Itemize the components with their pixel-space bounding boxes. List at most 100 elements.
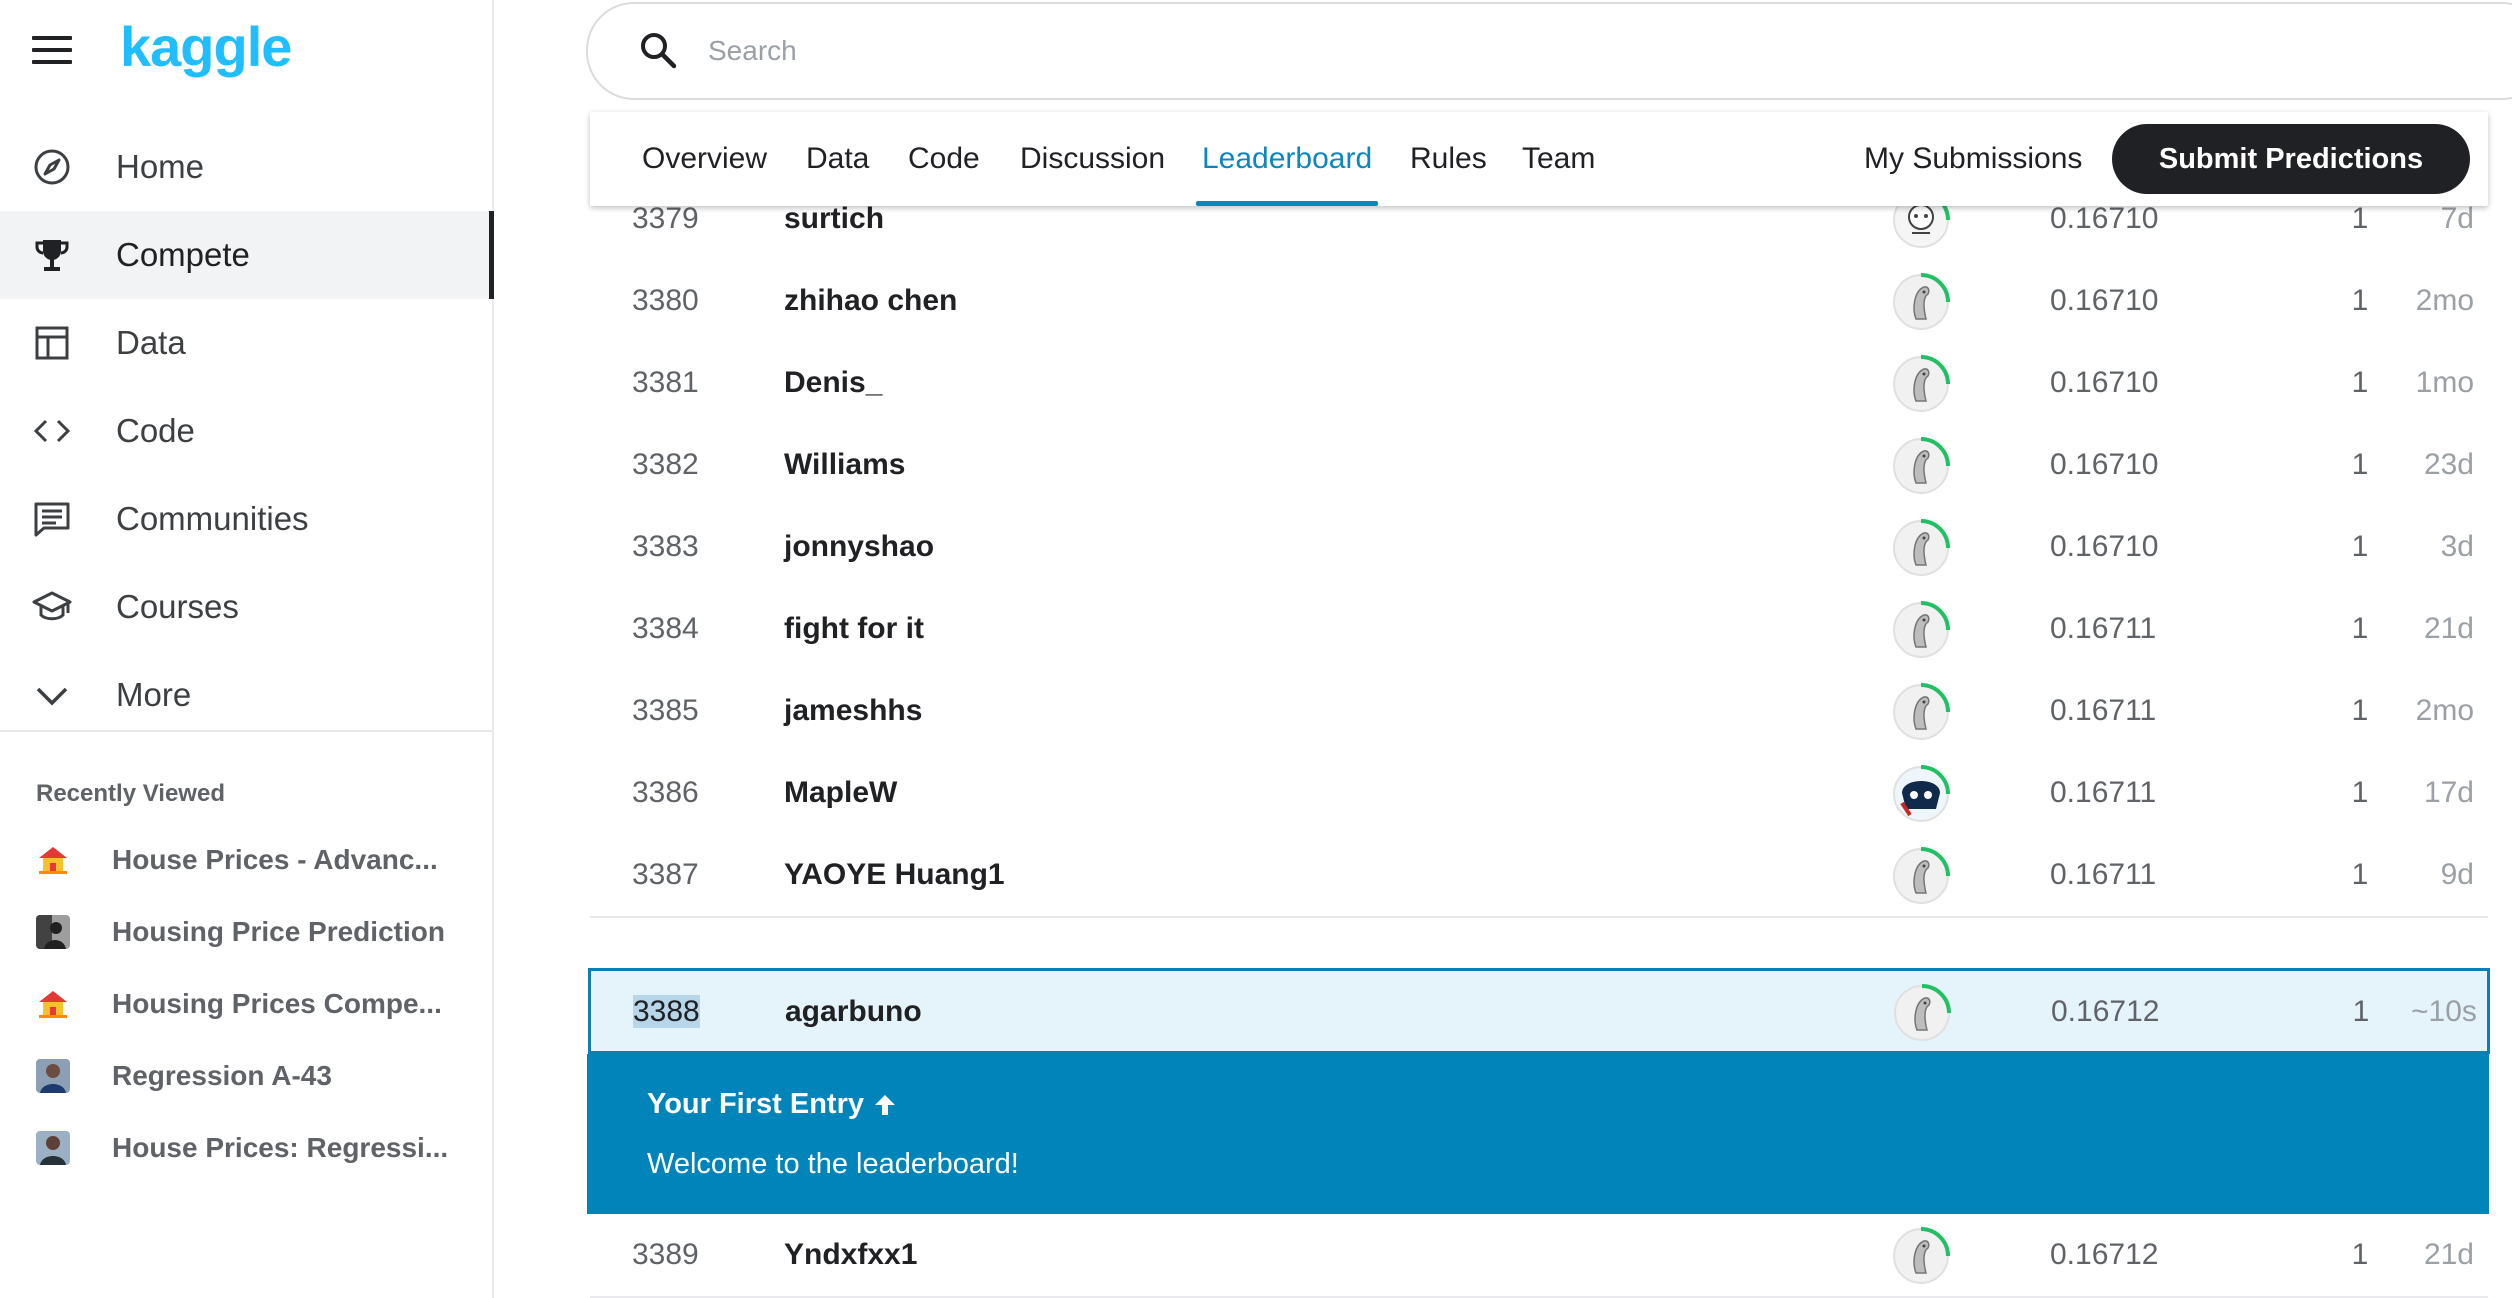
recent-item[interactable]: Housing Prices Compe... [0, 968, 492, 1040]
tab-overview[interactable]: Overview [642, 112, 767, 206]
table-icon [32, 323, 72, 363]
team-name[interactable]: jameshhs [784, 670, 922, 752]
avatar[interactable] [1890, 353, 1952, 415]
team-name[interactable]: MapleW [784, 752, 897, 834]
avatar[interactable] [1890, 1225, 1952, 1287]
table-row[interactable]: 3385 jameshhs 0.16711 1 2mo [590, 670, 2488, 754]
last-submission: 3d [2440, 530, 2474, 563]
tab-team[interactable]: Team [1522, 112, 1595, 206]
table-row[interactable]: 3382 Williams 0.16710 1 23d [590, 424, 2488, 508]
sidebar-item-label: Courses [116, 588, 239, 625]
score: 0.16712 [2051, 995, 2160, 1028]
tab-discussion[interactable]: Discussion [1020, 112, 1165, 206]
table-row[interactable]: 3384 fight for it 0.16711 1 21d [590, 588, 2488, 672]
recent-item[interactable]: Housing Price Prediction [0, 896, 492, 968]
entries: 1 [2351, 776, 2369, 809]
sidebar: kaggle Home Compete Data Code Communitie… [0, 0, 494, 1298]
team-name[interactable]: Yndxfxx1 [784, 1214, 917, 1296]
team-name[interactable]: fight for it [784, 588, 924, 670]
sidebar-item-code[interactable]: Code [0, 387, 492, 475]
recent-item[interactable]: House Prices - Advanc... [0, 824, 492, 896]
avatar[interactable] [1890, 681, 1952, 743]
rank: 3384 [632, 612, 699, 645]
score: 0.16711 [2050, 612, 2157, 645]
search-input[interactable] [706, 26, 2310, 76]
sidebar-item-label: Compete [116, 236, 250, 273]
search-bar[interactable] [586, 2, 2512, 100]
sidebar-item-home[interactable]: Home [0, 123, 492, 211]
team-name[interactable]: Williams [784, 424, 905, 506]
chevron-down-icon [32, 675, 72, 715]
entries: 1 [2351, 530, 2369, 563]
entries: 1 [2351, 448, 2369, 481]
table-row-current-user[interactable]: 3388 agarbuno 0.16712 1 ~10s [588, 968, 2490, 1054]
entries: 1 [2351, 366, 2369, 399]
table-row[interactable]: 3383 jonnyshao 0.16710 1 3d [590, 506, 2488, 590]
avatar[interactable] [1890, 517, 1952, 579]
last-submission: 9d [2440, 858, 2474, 891]
entries: 1 [2351, 858, 2369, 891]
entries: 1 [2352, 995, 2370, 1028]
user-thumbnail-icon [36, 1059, 70, 1093]
avatar[interactable] [1890, 435, 1952, 497]
team-name[interactable]: jonnyshao [784, 506, 934, 588]
team-name[interactable]: zhihao chen [784, 260, 957, 342]
kaggle-logo[interactable]: kaggle [120, 14, 292, 79]
last-submission: 21d [2423, 1238, 2474, 1271]
comment-icon [32, 499, 72, 539]
table-row[interactable]: 3380 zhihao chen 0.16710 1 2mo [590, 260, 2488, 344]
avatar[interactable] [1890, 271, 1952, 333]
arrow-up-icon [875, 1094, 895, 1115]
table-row[interactable]: 3387 YAOYE Huang1 0.16711 1 9d [590, 834, 2488, 918]
sidebar-item-compete[interactable]: Compete [0, 211, 494, 299]
entries: 1 [2351, 1238, 2369, 1271]
sidebar-item-courses[interactable]: Courses [0, 563, 492, 651]
avatar[interactable] [1890, 599, 1952, 661]
sidebar-item-data[interactable]: Data [0, 299, 492, 387]
submit-predictions-button[interactable]: Submit Predictions [2112, 124, 2470, 194]
sidebar-item-more[interactable]: More [0, 651, 492, 739]
recent-item[interactable]: House Prices: Regressi... [0, 1112, 492, 1184]
recent-item-label: House Prices - Advanc... [112, 844, 438, 875]
sidebar-divider [0, 730, 492, 732]
tab-leaderboard[interactable]: Leaderboard [1195, 112, 1379, 206]
code-icon [32, 411, 72, 451]
entries: 1 [2351, 694, 2369, 727]
avatar[interactable] [1890, 845, 1952, 907]
photo-thumbnail-icon [36, 915, 70, 949]
last-submission: 23d [2423, 448, 2474, 481]
score: 0.16711 [2050, 776, 2157, 809]
table-row[interactable]: 3386 MapleW 0.16711 1 17d [590, 752, 2488, 836]
table-row[interactable]: 3381 Denis_ 0.16710 1 1mo [590, 342, 2488, 426]
sidebar-item-label: More [116, 676, 192, 713]
avatar[interactable] [1891, 982, 1953, 1044]
sidebar-item-communities[interactable]: Communities [0, 475, 492, 563]
score: 0.16710 [2050, 284, 2159, 317]
trophy-icon [32, 235, 72, 275]
team-name[interactable]: YAOYE Huang1 [784, 834, 1005, 916]
recent-item[interactable]: Regression A-43 [0, 1040, 492, 1112]
rank: 3381 [632, 366, 699, 399]
first-entry-title-text: Your First Entry [647, 1088, 864, 1120]
menu-icon[interactable] [32, 36, 72, 66]
recently-viewed-list: House Prices - Advanc... Housing Price P… [0, 824, 492, 1184]
last-submission: ~10s [2411, 995, 2477, 1028]
house-thumbnail-icon [36, 987, 70, 1021]
competition-tab-bar: Overview Data Code Discussion Leaderboar… [590, 112, 2488, 206]
tab-data[interactable]: Data [806, 112, 869, 206]
team-name[interactable]: agarbuno [785, 971, 922, 1053]
score: 0.16710 [2050, 530, 2159, 563]
score: 0.16710 [2050, 366, 2159, 399]
team-name[interactable]: Denis_ [784, 342, 882, 424]
tab-rules[interactable]: Rules [1410, 112, 1487, 206]
recently-viewed-header: Recently Viewed [36, 780, 225, 807]
sidebar-item-label: Communities [116, 500, 309, 537]
last-submission: 2mo [2415, 284, 2474, 317]
table-row[interactable]: 3389 Yndxfxx1 0.16712 1 21d [590, 1214, 2488, 1298]
entries: 1 [2351, 612, 2369, 645]
search-icon [638, 30, 678, 70]
my-submissions-link[interactable]: My Submissions [1864, 112, 2082, 206]
tab-code[interactable]: Code [908, 112, 980, 206]
avatar[interactable] [1890, 763, 1952, 825]
recent-item-label: Housing Price Prediction [112, 916, 445, 947]
